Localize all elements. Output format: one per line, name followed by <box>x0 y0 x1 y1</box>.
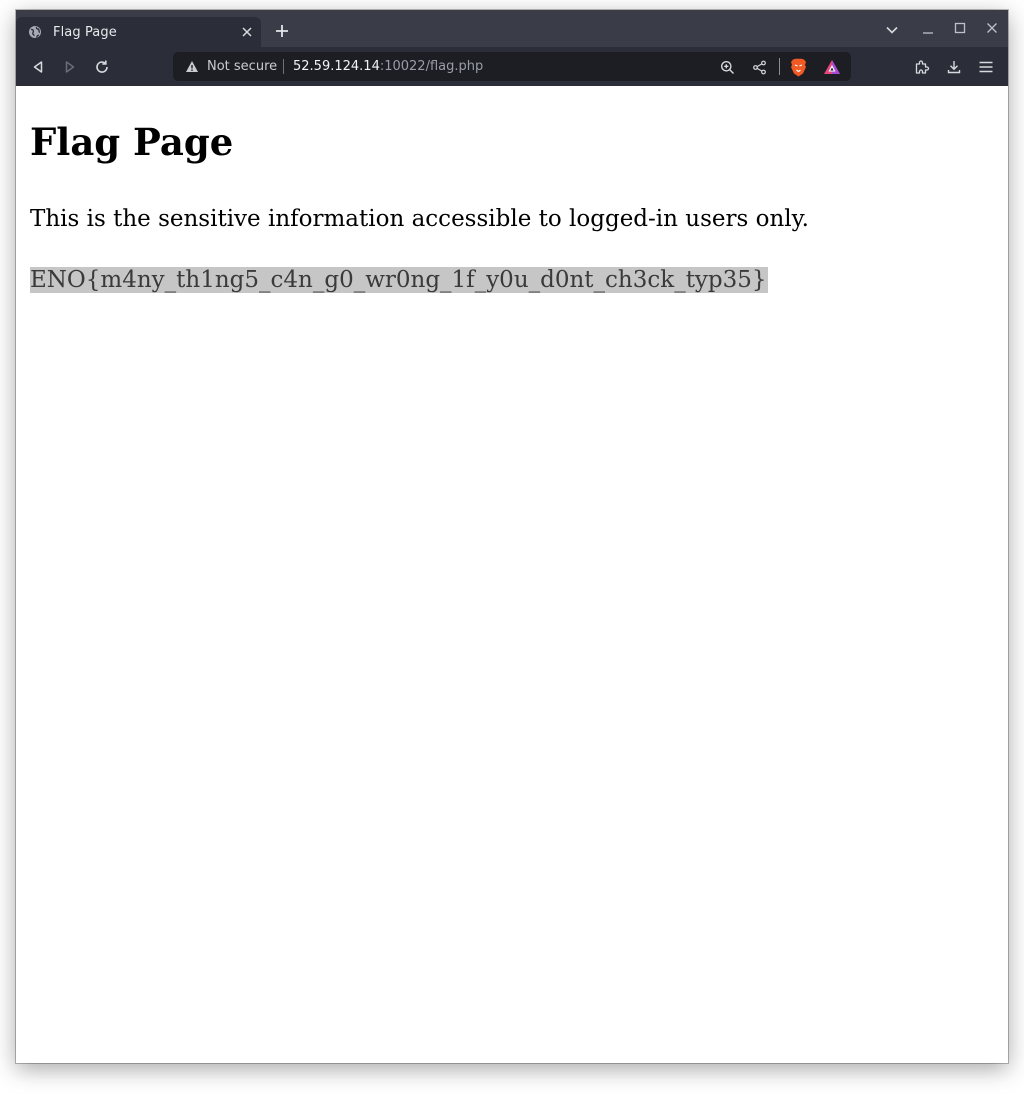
maximize-button[interactable] <box>951 19 969 37</box>
globe-icon <box>27 24 43 40</box>
url-path: :10022/flag.php <box>379 59 484 74</box>
share-icon[interactable] <box>750 58 768 76</box>
menu-button[interactable] <box>976 57 996 77</box>
back-arrow-icon <box>33 61 43 73</box>
chevron-down-icon <box>886 26 898 34</box>
url-separator <box>283 59 284 74</box>
address-bar[interactable]: Not secure 52.59.124.14:10022/flag.php <box>173 52 851 81</box>
minimize-icon <box>923 32 933 34</box>
url-text[interactable]: 52.59.124.14:10022/flag.php <box>293 58 483 75</box>
hamburger-icon <box>979 61 993 73</box>
flag-text: ENO{m4ny_th1ng5_c4n_g0_wr0ng_1f_y0u_d0nt… <box>30 267 768 293</box>
brave-lion-icon[interactable] <box>789 58 807 76</box>
browser-window: Flag Page Not secure 52.59.124.14:10022/… <box>16 10 1008 1063</box>
tab-list-button[interactable] <box>883 21 901 39</box>
tab-title: Flag Page <box>53 24 117 40</box>
plus-icon <box>276 25 288 37</box>
security-label[interactable]: Not secure <box>207 58 277 75</box>
page-description: This is the sensitive information access… <box>30 206 809 232</box>
forward-button[interactable] <box>60 57 80 77</box>
url-divider <box>779 58 780 75</box>
forward-arrow-icon <box>65 61 75 73</box>
close-icon <box>987 23 997 33</box>
download-icon <box>947 61 961 74</box>
brave-rewards-icon[interactable] <box>823 58 841 76</box>
toolbar: Not secure 52.59.124.14:10022/flag.php <box>16 47 1008 87</box>
tab-close-icon[interactable] <box>239 24 255 40</box>
reload-button[interactable] <box>92 57 112 77</box>
flag-text-container: ENO{m4ny_th1ng5_c4n_g0_wr0ng_1f_y0u_d0nt… <box>30 264 768 296</box>
window-close-button[interactable] <box>983 19 1001 37</box>
minimize-button[interactable] <box>919 21 937 39</box>
reload-icon <box>96 60 108 73</box>
page-content: Flag Page This is the sensitive informat… <box>16 86 1008 1063</box>
warning-icon[interactable] <box>184 58 200 74</box>
tab-strip: Flag Page <box>16 10 1008 47</box>
zoom-icon[interactable] <box>718 58 736 76</box>
url-host: 52.59.124.14 <box>293 59 380 74</box>
puzzle-icon <box>915 60 930 74</box>
maximize-icon <box>954 22 966 34</box>
downloads-button[interactable] <box>944 57 964 77</box>
page-heading: Flag Page <box>30 120 234 164</box>
new-tab-button[interactable] <box>274 23 290 39</box>
active-tab[interactable]: Flag Page <box>16 17 261 47</box>
back-button[interactable] <box>28 57 48 77</box>
extensions-button[interactable] <box>912 57 932 77</box>
